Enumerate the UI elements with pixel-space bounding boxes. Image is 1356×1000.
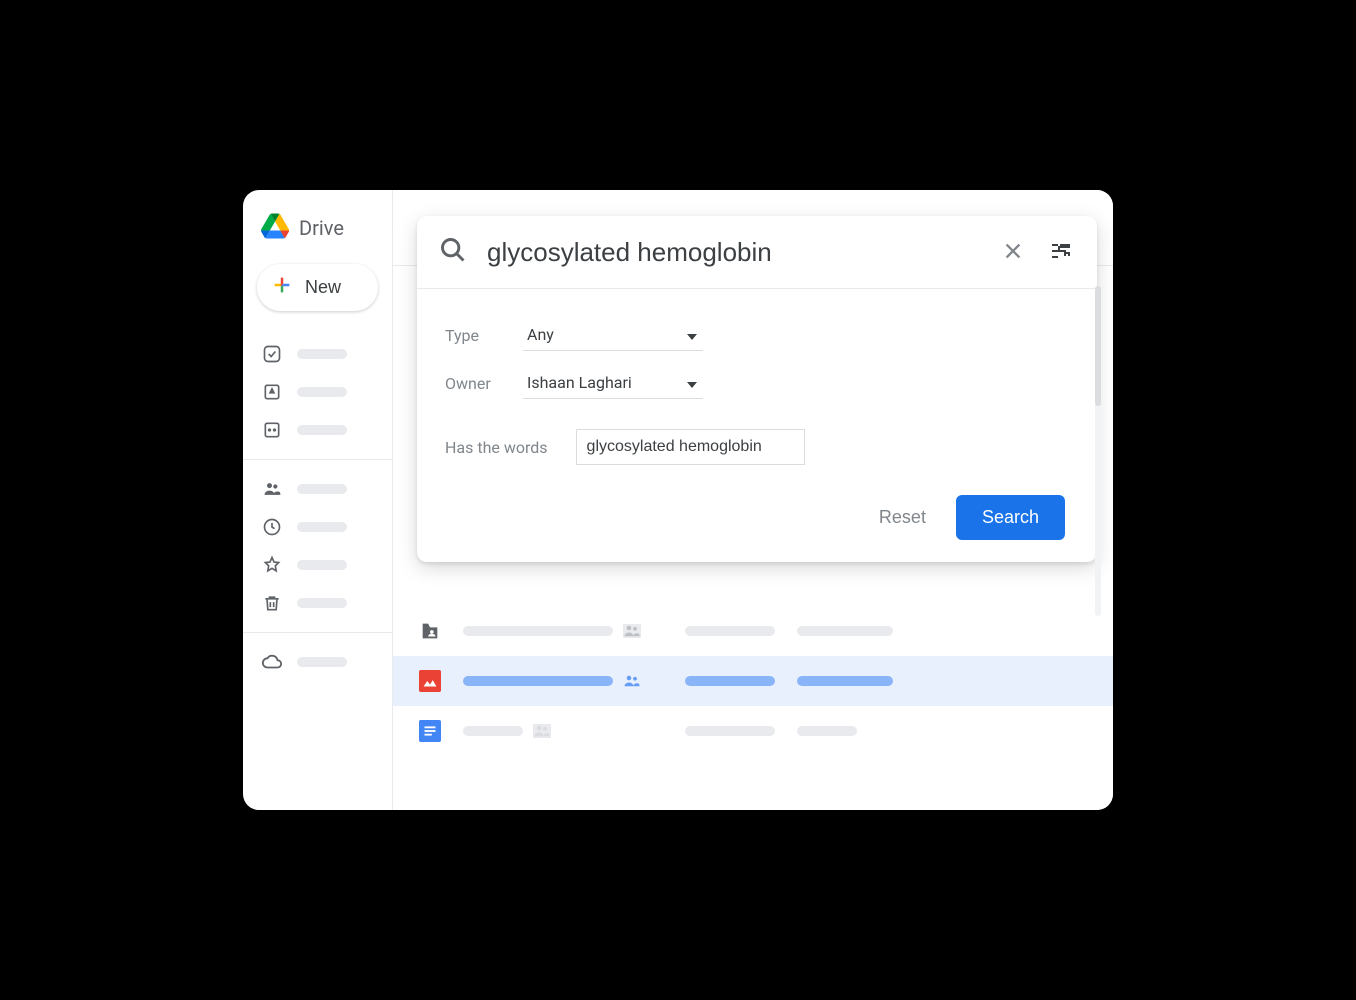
- folder-shared-icon: [419, 620, 441, 642]
- list-item[interactable]: [393, 706, 1113, 756]
- plus-icon: [271, 274, 293, 301]
- close-icon: [1002, 240, 1024, 265]
- shared-icon: [623, 674, 641, 688]
- search-input[interactable]: [487, 237, 979, 268]
- list-item[interactable]: [393, 656, 1113, 706]
- sidebar: Drive New: [243, 190, 393, 810]
- nav-item-storage[interactable]: [243, 643, 392, 681]
- nav-item-trash[interactable]: [243, 584, 392, 622]
- owner-placeholder: [685, 726, 775, 736]
- check-badge-icon: [261, 343, 283, 365]
- search-bar: [417, 216, 1097, 288]
- filter-type-select[interactable]: Any: [523, 319, 703, 351]
- caret-down-icon: [687, 325, 697, 344]
- shared-icon: [533, 724, 551, 738]
- filter-type-label: Type: [445, 326, 505, 345]
- nav-item-shared-drives[interactable]: [243, 411, 392, 449]
- filter-type-value: Any: [527, 325, 554, 344]
- drive-logo-icon: [261, 212, 289, 244]
- filter-words-input[interactable]: [576, 429, 805, 465]
- filter-owner-row: Owner Ishaan Laghari: [417, 359, 1097, 407]
- brand-name: Drive: [299, 216, 344, 240]
- nav-label-placeholder: [297, 657, 347, 667]
- new-button[interactable]: New: [257, 264, 378, 311]
- owner-placeholder: [685, 626, 775, 636]
- nav-item-shared-with-me[interactable]: [243, 470, 392, 508]
- nav-label-placeholder: [297, 522, 347, 532]
- clear-search-button[interactable]: [999, 238, 1027, 266]
- file-name-placeholder: [463, 626, 613, 636]
- nav-label-placeholder: [297, 598, 347, 608]
- nav-group-primary: [243, 325, 392, 459]
- modified-placeholder: [797, 726, 857, 736]
- reset-button[interactable]: Reset: [879, 507, 926, 528]
- file-name-placeholder: [463, 726, 523, 736]
- docs-file-icon: [419, 720, 441, 742]
- drive-window: Drive New: [243, 190, 1113, 810]
- owner-placeholder: [685, 676, 775, 686]
- nav-label-placeholder: [297, 425, 347, 435]
- cloud-icon: [261, 651, 283, 673]
- file-name-placeholder: [463, 676, 613, 686]
- nav-label-placeholder: [297, 484, 347, 494]
- shared-drives-icon: [261, 419, 283, 441]
- modified-placeholder: [797, 676, 893, 686]
- search-options-button[interactable]: [1047, 238, 1075, 266]
- new-button-label: New: [305, 277, 341, 298]
- nav-group-secondary: [243, 459, 392, 632]
- caret-down-icon: [687, 373, 697, 392]
- star-icon: [261, 554, 283, 576]
- clock-icon: [261, 516, 283, 538]
- nav-label-placeholder: [297, 387, 347, 397]
- drive-small-icon: [261, 381, 283, 403]
- search-icon: [439, 236, 467, 268]
- search-panel-actions: Reset Search: [417, 473, 1097, 540]
- nav-item-priority[interactable]: [243, 335, 392, 373]
- nav-item-my-drive[interactable]: [243, 373, 392, 411]
- filter-owner-select[interactable]: Ishaan Laghari: [523, 367, 703, 399]
- scrollbar[interactable]: [1095, 286, 1101, 616]
- filter-owner-value: Ishaan Laghari: [527, 373, 632, 392]
- nav-label-placeholder: [297, 560, 347, 570]
- list-item[interactable]: [393, 606, 1113, 656]
- modified-placeholder: [797, 626, 893, 636]
- filter-owner-label: Owner: [445, 374, 505, 393]
- filter-type-row: Type Any: [417, 311, 1097, 359]
- nav-item-starred[interactable]: [243, 546, 392, 584]
- people-icon: [261, 478, 283, 500]
- filter-words-row: Has the words: [417, 421, 1097, 473]
- brand[interactable]: Drive: [243, 206, 392, 262]
- nav-group-storage: [243, 632, 392, 691]
- advanced-search-panel: Type Any Owner Ishaan Laghari Has the wo…: [417, 216, 1097, 562]
- trash-icon: [261, 592, 283, 614]
- shared-icon: [623, 624, 641, 638]
- image-file-icon: [419, 670, 441, 692]
- filter-words-label: Has the words: [445, 438, 548, 457]
- nav-item-recent[interactable]: [243, 508, 392, 546]
- file-list: [393, 606, 1113, 756]
- search-button[interactable]: Search: [956, 495, 1065, 540]
- scrollbar-thumb[interactable]: [1095, 286, 1101, 406]
- nav-label-placeholder: [297, 349, 347, 359]
- divider: [417, 288, 1097, 289]
- tune-icon: [1049, 239, 1073, 266]
